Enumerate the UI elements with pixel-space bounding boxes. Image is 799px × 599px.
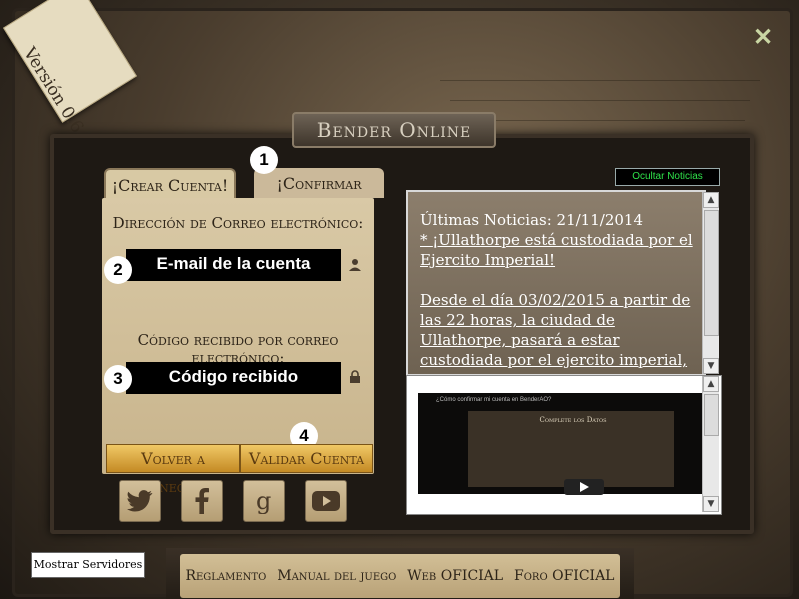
tab-confirmar-cuenta[interactable]: ¡Confirmar cuenta! bbox=[254, 168, 384, 225]
step-marker-3: 3 bbox=[104, 365, 132, 393]
step-marker-2: 2 bbox=[104, 256, 132, 284]
hide-news-button[interactable]: Ocultar Noticias bbox=[615, 168, 720, 186]
user-icon bbox=[347, 258, 363, 274]
reglamento-link[interactable]: Reglamento bbox=[185, 568, 266, 584]
book-decoration bbox=[455, 120, 745, 121]
news-headline[interactable]: * ¡Ullathorpe está custodiada por el Eje… bbox=[420, 230, 700, 270]
scroll-up-icon[interactable]: ▲ bbox=[703, 376, 719, 392]
google-plus-icon[interactable]: g bbox=[243, 480, 285, 522]
step-marker-1: 1 bbox=[250, 146, 278, 174]
scroll-thumb[interactable] bbox=[704, 394, 719, 436]
book-decoration bbox=[440, 80, 760, 81]
scroll-thumb[interactable] bbox=[704, 210, 719, 336]
video-inner-heading: Complete los Datos bbox=[539, 416, 607, 424]
book-decoration bbox=[450, 100, 750, 101]
news-headline-link[interactable]: ¡Ullathorpe está custodiada por el Ejerc… bbox=[420, 231, 693, 269]
email-field[interactable]: E-mail de la cuenta bbox=[126, 249, 341, 281]
facebook-icon[interactable] bbox=[181, 480, 223, 522]
bottom-links-bar: Reglamento Manual del juego Web OFICIAL … bbox=[166, 548, 634, 599]
lock-icon bbox=[347, 370, 363, 386]
validar-cuenta-button[interactable]: Validar Cuenta bbox=[240, 444, 373, 473]
volver-a-conectar-button[interactable]: Volver a Conectar bbox=[106, 444, 240, 496]
video-scrollbar[interactable]: ▲ ▼ bbox=[702, 376, 719, 512]
scroll-down-icon[interactable]: ▼ bbox=[703, 496, 719, 512]
email-label: Dirección de Correo electrónico: bbox=[112, 214, 364, 232]
news-headline-bullet[interactable]: * bbox=[420, 231, 432, 249]
code-field[interactable]: Código recibido bbox=[126, 362, 341, 394]
web-oficial-link[interactable]: Web OFICIAL bbox=[407, 568, 503, 584]
scroll-down-icon[interactable]: ▼ bbox=[703, 358, 719, 374]
manual-link[interactable]: Manual del juego bbox=[277, 568, 396, 584]
news-body-link[interactable]: Desde el día 03/02/2015 a partir de las … bbox=[420, 291, 690, 374]
news-header: Últimas Noticias: 21/11/2014 bbox=[420, 211, 643, 229]
video-play-icon[interactable] bbox=[564, 479, 604, 495]
app-title: Bender Online bbox=[292, 112, 496, 148]
foro-oficial-link[interactable]: Foro OFICIAL bbox=[514, 568, 614, 584]
news-scrollbar[interactable]: ▲ ▼ bbox=[702, 192, 719, 374]
video-title: ¿Cómo confirmar mi cuenta en BenderAO? bbox=[436, 397, 552, 403]
tab-crear-cuenta[interactable]: ¡Crear Cuenta! bbox=[104, 168, 236, 200]
youtube-icon[interactable] bbox=[305, 480, 347, 522]
news-body: Desde el día 03/02/2015 a partir de las … bbox=[420, 290, 700, 374]
video-player[interactable]: ¿Cómo confirmar mi cuenta en BenderAO? C… bbox=[418, 393, 702, 495]
mostrar-servidores-button[interactable]: Mostrar Servidores bbox=[31, 552, 145, 578]
close-icon[interactable]: ✕ bbox=[752, 25, 774, 49]
news-panel: Últimas Noticias: 21/11/2014 * ¡Ullathor… bbox=[406, 190, 706, 376]
svg-text:g: g bbox=[256, 488, 271, 514]
scroll-up-icon[interactable]: ▲ bbox=[703, 192, 719, 208]
twitter-icon[interactable] bbox=[119, 480, 161, 522]
